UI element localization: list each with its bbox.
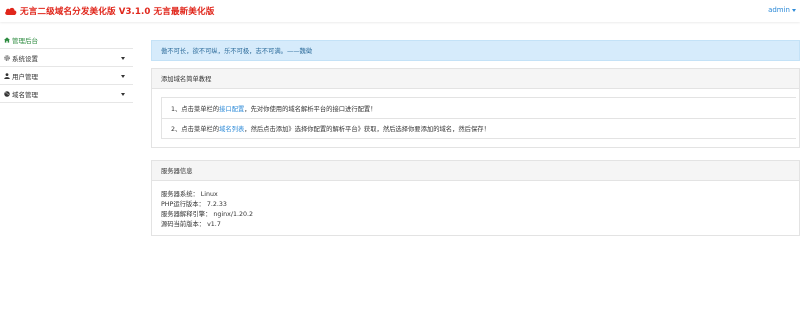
sidebar-item-dashboard[interactable]: 管理后台: [0, 31, 133, 49]
user-name: admin: [768, 6, 790, 14]
user-menu[interactable]: admin: [768, 6, 796, 14]
server-engine: 服务器解释引擎： nginx/1.20.2: [161, 211, 253, 218]
server-info-panel: 服务器信息 服务器系统： Linux PHP运行版本： 7.2.33 服务器解释…: [151, 160, 800, 236]
panel-heading: 服务器信息: [152, 161, 799, 181]
chevron-down-icon: [121, 57, 125, 60]
chevron-down-icon: [121, 75, 125, 78]
step-prefix: 1、点击菜单栏的: [171, 105, 220, 113]
sidebar-item-domains[interactable]: 域名管理: [0, 85, 133, 103]
chevron-down-icon: [792, 8, 796, 12]
cloud-icon: [4, 6, 17, 16]
sidebar-item-label: 用户管理: [12, 72, 38, 81]
server-os: 服务器系统： Linux: [161, 191, 218, 198]
chevron-down-icon: [121, 93, 125, 96]
main-content: 傲不可长，欲不可纵，乐不可极，志不可满。——魏徵 添加域名简单教程 1、点击菜单…: [151, 40, 800, 236]
top-navbar: 无言二级域名分发美化版 V3.1.0 无言最新美化版 admin: [0, 0, 800, 22]
gear-icon: [4, 54, 10, 61]
tutorial-panel: 添加域名简单教程 1、点击菜单栏的 接口配置 ，先对你使用的域名解析平台的接口进行配…: [151, 68, 800, 148]
step-suffix: ，然后点击添加》选择你配置的解析平台》获取，然后选择你要添加的域名，然后保存！: [244, 126, 490, 133]
sidebar-item-label: 管理后台: [12, 36, 38, 45]
user-icon: [4, 72, 10, 79]
step-suffix: ，先对你使用的域名解析平台的接口进行配置！: [244, 105, 377, 113]
domain-list-link[interactable]: 域名列表: [219, 124, 244, 133]
source-version: 源码当前版本： v1.7: [161, 221, 221, 228]
list-item: 1、点击菜单栏的 接口配置 ，先对你使用的域名解析平台的接口进行配置！: [162, 98, 796, 118]
globe-icon: [4, 90, 10, 97]
php-version: PHP运行版本： 7.2.33: [161, 201, 227, 208]
list-item: 2、点击菜单栏的 域名列表 ，然后点击添加》选择你配置的解析平台》获取，然后选择你要…: [162, 118, 796, 138]
app-title: 无言二级域名分发美化版 V3.1.0 无言最新美化版: [20, 7, 215, 17]
quote-alert: 傲不可长，欲不可纵，乐不可极，志不可满。——魏徵: [151, 40, 800, 61]
tutorial-list: 1、点击菜单栏的 接口配置 ，先对你使用的域名解析平台的接口进行配置！ 2、点击菜单…: [161, 97, 796, 139]
sidebar-item-settings[interactable]: 系统设置: [0, 49, 133, 67]
home-icon: [4, 36, 10, 43]
sidebar-item-users[interactable]: 用户管理: [0, 67, 133, 85]
sidebar-item-label: 域名管理: [12, 90, 38, 99]
api-config-link[interactable]: 接口配置: [219, 104, 244, 113]
panel-heading: 添加域名简单教程: [152, 69, 799, 89]
sidebar: 管理后台 系统设置 用户管理 域名管理: [0, 31, 133, 103]
quote-text: 傲不可长，欲不可纵，乐不可极，志不可满。——魏徵: [161, 48, 313, 55]
step-prefix: 2、点击菜单栏的: [171, 126, 220, 133]
brand[interactable]: 无言二级域名分发美化版 V3.1.0 无言最新美化版: [4, 4, 214, 18]
sidebar-item-label: 系统设置: [12, 54, 38, 63]
